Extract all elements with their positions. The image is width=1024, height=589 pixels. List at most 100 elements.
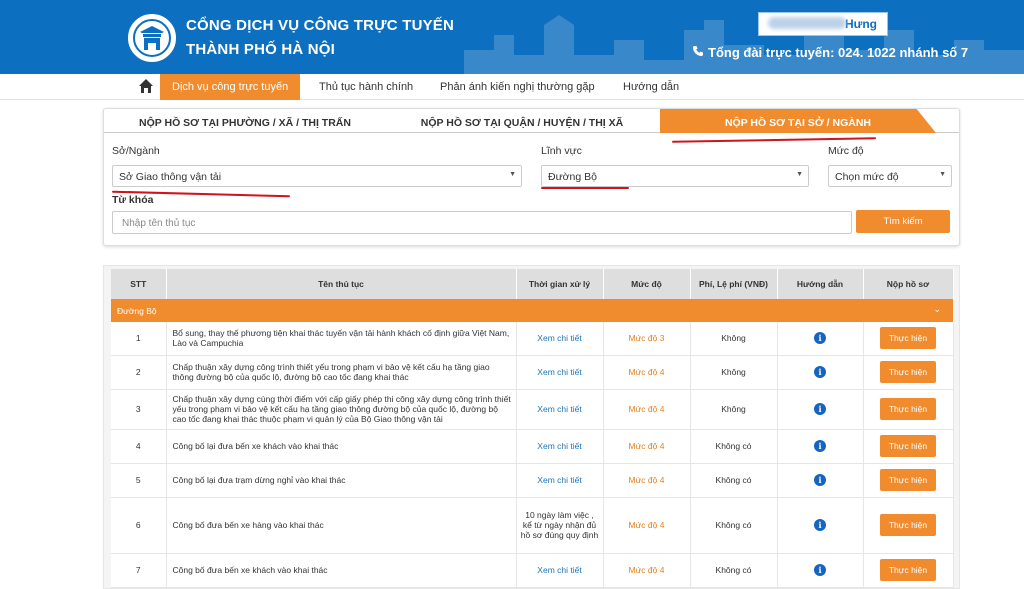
user-name-redacted <box>768 17 846 29</box>
chevron-down-icon: ▼ <box>509 171 516 178</box>
col-header-submit: Nộp hồ sơ <box>863 269 954 299</box>
nav-item-faq[interactable]: Phản ánh kiến nghị thường gặp <box>428 74 607 100</box>
row-stt: 7 <box>111 553 167 588</box>
row-level: Mức độ 4 <box>603 463 691 498</box>
search-button[interactable]: Tìm kiếm <box>856 210 950 233</box>
table-row: 1 Bổ sung, thay thế phương tiện khai thá… <box>111 322 954 356</box>
info-icon[interactable]: i <box>814 564 826 576</box>
row-guide: i <box>777 429 864 464</box>
field-label: Lĩnh vực <box>541 145 582 157</box>
row-stt: 5 <box>111 463 167 498</box>
home-icon[interactable] <box>138 78 154 94</box>
row-submit: Thực hiện <box>863 322 954 356</box>
row-name: Bổ sung, thay thế phương tiện khai thác … <box>166 322 517 356</box>
tab-department-level[interactable]: NỘP HỒ SƠ TẠI SỞ / NGÀNH <box>660 109 936 133</box>
keyword-placeholder: Nhập tên thủ tục <box>122 218 196 229</box>
row-name: Công bố lại đưa bến xe khách vào khai th… <box>166 429 517 464</box>
row-time[interactable]: Xem chi tiết <box>516 429 604 464</box>
row-name: Công bố đưa bến xe khách vào khai thác <box>166 553 517 588</box>
phone-icon <box>693 46 703 56</box>
row-fee: Không <box>690 389 778 430</box>
row-level: Mức độ 4 <box>603 355 691 390</box>
row-submit: Thực hiện <box>863 553 954 588</box>
submit-button[interactable]: Thực hiện <box>880 435 936 457</box>
table-row: 3 Chấp thuận xây dựng cùng thời điểm với… <box>111 389 954 430</box>
submit-button[interactable]: Thực hiện <box>880 361 936 383</box>
row-level: Mức độ 3 <box>603 322 691 356</box>
submit-button[interactable]: Thực hiện <box>880 559 936 581</box>
city-skyline-decoration <box>464 15 1024 74</box>
submit-button[interactable]: Thực hiện <box>880 514 936 536</box>
level-label: Mức độ <box>828 145 864 157</box>
keyword-input[interactable]: Nhập tên thủ tục <box>112 211 852 234</box>
dept-label: Sở/Ngành <box>112 145 160 157</box>
row-submit: Thực hiện <box>863 355 954 390</box>
hotline: Tổng đài trực tuyến: 024. 1022 nhánh số … <box>692 45 968 60</box>
info-icon[interactable]: i <box>814 332 826 345</box>
tab-district-level[interactable]: NỘP HỒ SƠ TẠI QUẬN / HUYỆN / THỊ XÃ <box>386 109 658 133</box>
row-submit: Thực hiện <box>863 389 954 430</box>
row-stt: 1 <box>111 322 167 356</box>
row-submit: Thực hiện <box>863 429 954 464</box>
row-level: Mức độ 4 <box>603 389 691 430</box>
group-row[interactable]: Đường Bộ ⌄ <box>111 299 953 322</box>
hotline-text: Tổng đài trực tuyến: 024. 1022 nhánh số … <box>708 45 969 60</box>
group-label: Đường Bộ <box>117 305 157 316</box>
info-icon[interactable]: i <box>814 440 826 452</box>
row-submit: Thực hiện <box>863 463 954 498</box>
row-fee: Không có <box>690 497 778 554</box>
site-title-line2: THÀNH PHỐ HÀ NỘI <box>186 41 336 58</box>
col-header-time: Thời gian xử lý <box>516 269 604 299</box>
table-row: 2 Chấp thuận xây dựng công trình thiết y… <box>111 355 954 390</box>
row-level: Mức độ 4 <box>603 429 691 464</box>
table-row: 7 Công bố đưa bến xe khách vào khai thác… <box>111 553 954 588</box>
table-row: 5 Công bố lại đưa trạm dừng nghỉ vào kha… <box>111 463 954 498</box>
row-name: Công bố đưa bến xe hàng vào khai thác <box>166 497 517 554</box>
col-header-guide: Hướng dẫn <box>777 269 864 299</box>
row-time[interactable]: Xem chi tiết <box>516 553 604 588</box>
main-nav: Dịch vụ công trực tuyến Thủ tục hành chí… <box>0 74 1024 100</box>
field-select[interactable]: Đường Bộ ▼ <box>541 165 809 187</box>
info-icon[interactable]: i <box>814 403 826 415</box>
table-header-row: STT Tên thủ tục Thời gian xử lý Mức độ P… <box>111 269 954 299</box>
info-icon[interactable]: i <box>814 519 826 531</box>
row-stt: 4 <box>111 429 167 464</box>
chevron-down-icon: ▼ <box>796 171 803 178</box>
row-time[interactable]: Xem chi tiết <box>516 463 604 498</box>
row-guide: i <box>777 389 864 430</box>
annotation-underline-tab <box>671 137 877 143</box>
tab-ward-level[interactable]: NỘP HỒ SƠ TẠI PHƯỜNG / XÃ / THỊ TRẤN <box>104 109 386 133</box>
nav-item-guide[interactable]: Hướng dẫn <box>611 74 691 100</box>
row-fee: Không <box>690 322 778 356</box>
submission-tabs: NỘP HỒ SƠ TẠI PHƯỜNG / XÃ / THỊ TRẤN NỘP… <box>104 109 959 133</box>
group-cell: Đường Bộ ⌄ <box>111 299 953 322</box>
col-header-fee: Phí, Lệ phí (VNĐ) <box>690 269 778 299</box>
row-time[interactable]: Xem chi tiết <box>516 322 604 356</box>
col-header-stt: STT <box>111 269 167 299</box>
row-time[interactable]: Xem chi tiết <box>516 355 604 390</box>
info-icon[interactable]: i <box>814 366 826 378</box>
nav-item-online-services[interactable]: Dịch vụ công trực tuyến <box>160 74 301 100</box>
hanoi-logo-icon[interactable] <box>128 14 176 62</box>
row-time[interactable]: Xem chi tiết <box>516 389 604 430</box>
dept-select[interactable]: Sở Giao thông vận tải ▼ <box>112 165 522 187</box>
row-stt: 6 <box>111 497 167 554</box>
level-select-value: Chọn mức độ <box>835 171 899 183</box>
nav-item-procedures[interactable]: Thủ tục hành chính <box>307 74 425 100</box>
info-icon[interactable]: i <box>814 474 826 486</box>
submit-button[interactable]: Thực hiện <box>880 469 936 491</box>
table-row: 4 Công bố lại đưa bến xe khách vào khai … <box>111 429 954 464</box>
level-select[interactable]: Chọn mức độ ▼ <box>828 165 952 187</box>
row-fee: Không có <box>690 463 778 498</box>
submit-button[interactable]: Thực hiện <box>880 327 936 350</box>
search-panel: NỘP HỒ SƠ TẠI PHƯỜNG / XÃ / THỊ TRẤN NỘP… <box>103 108 960 246</box>
row-guide: i <box>777 355 864 390</box>
chevron-down-icon: ▼ <box>939 171 946 178</box>
chevron-down-icon[interactable]: ⌄ <box>933 304 941 314</box>
row-guide: i <box>777 463 864 498</box>
user-name: Hưng <box>844 17 877 31</box>
row-stt: 2 <box>111 355 167 390</box>
submit-button[interactable]: Thực hiện <box>880 398 936 420</box>
row-name: Chấp thuận xây dựng công trình thiết yếu… <box>166 355 517 390</box>
dept-select-value: Sở Giao thông vận tải <box>119 171 222 183</box>
